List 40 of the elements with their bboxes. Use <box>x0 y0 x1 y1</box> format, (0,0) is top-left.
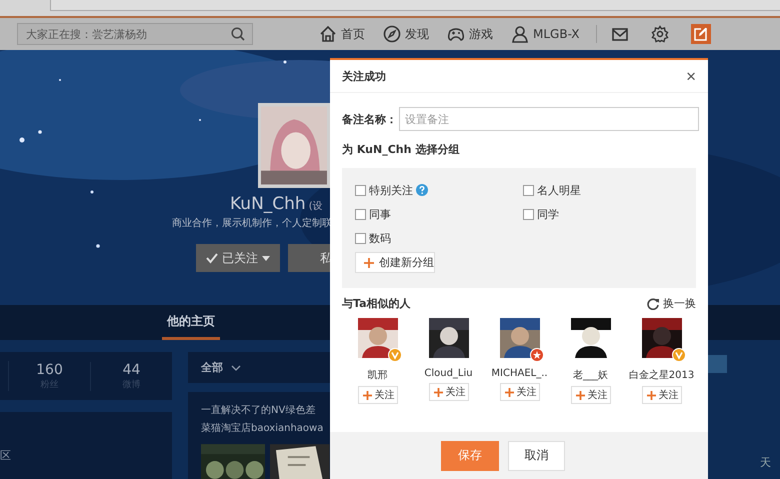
plus-icon <box>646 390 656 400</box>
side-text: 天 <box>760 455 772 470</box>
mail-icon[interactable] <box>610 25 629 43</box>
nav-link[interactable]: 发现 <box>383 25 429 43</box>
verified-badge-icon <box>672 348 686 362</box>
search-icon[interactable] <box>231 27 245 41</box>
plus-icon <box>362 390 372 400</box>
plus-icon <box>504 388 514 396</box>
filter-dropdown[interactable]: 全部 <box>188 352 330 383</box>
info-text: 区 <box>0 448 11 463</box>
follow-button[interactable]: 关注 <box>500 383 540 401</box>
edit-icon <box>694 27 708 41</box>
person-name[interactable]: 老___妖 <box>573 368 608 382</box>
follow-button[interactable]: 关注 <box>642 386 682 404</box>
compose-button[interactable] <box>690 24 711 44</box>
home-icon <box>319 25 337 43</box>
person-name[interactable]: 凯邢 <box>368 368 388 382</box>
nav-link[interactable]: 首页 <box>319 25 365 43</box>
cancel-button[interactable]: 取消 <box>508 440 565 470</box>
follow-button[interactable]: 关注 <box>570 386 610 404</box>
star-badge-icon <box>530 348 544 362</box>
plus-icon <box>434 388 442 396</box>
post-text: 一直解决不了的NV绿色差 菜猫淘宝店baoxianhaowa <box>201 404 324 436</box>
compass-icon <box>383 25 401 43</box>
address-bar[interactable] <box>50 0 780 11</box>
plus-icon <box>576 390 584 400</box>
follow-button[interactable]: 关注 <box>428 383 468 401</box>
person-name[interactable]: Cloud_Liu <box>424 368 473 379</box>
nav-link[interactable]: MLGB-X <box>511 25 580 43</box>
follow-button[interactable]: 关注 <box>358 386 398 404</box>
verified-badge-icon <box>388 348 402 362</box>
chevron-icon <box>231 364 241 370</box>
stat-count: 44 <box>122 362 142 378</box>
person-name[interactable]: 白金之星2013 <box>628 368 694 382</box>
nav-link[interactable]: 游戏 <box>447 25 493 43</box>
stat-count: 160 <box>35 362 64 378</box>
person-name[interactable]: MICHAEL_.. <box>491 368 548 379</box>
search-field[interactable]: 大家正在搜：尝艺潇杨劲 <box>17 23 253 45</box>
user-icon <box>511 25 529 43</box>
settings-icon[interactable] <box>650 25 669 43</box>
